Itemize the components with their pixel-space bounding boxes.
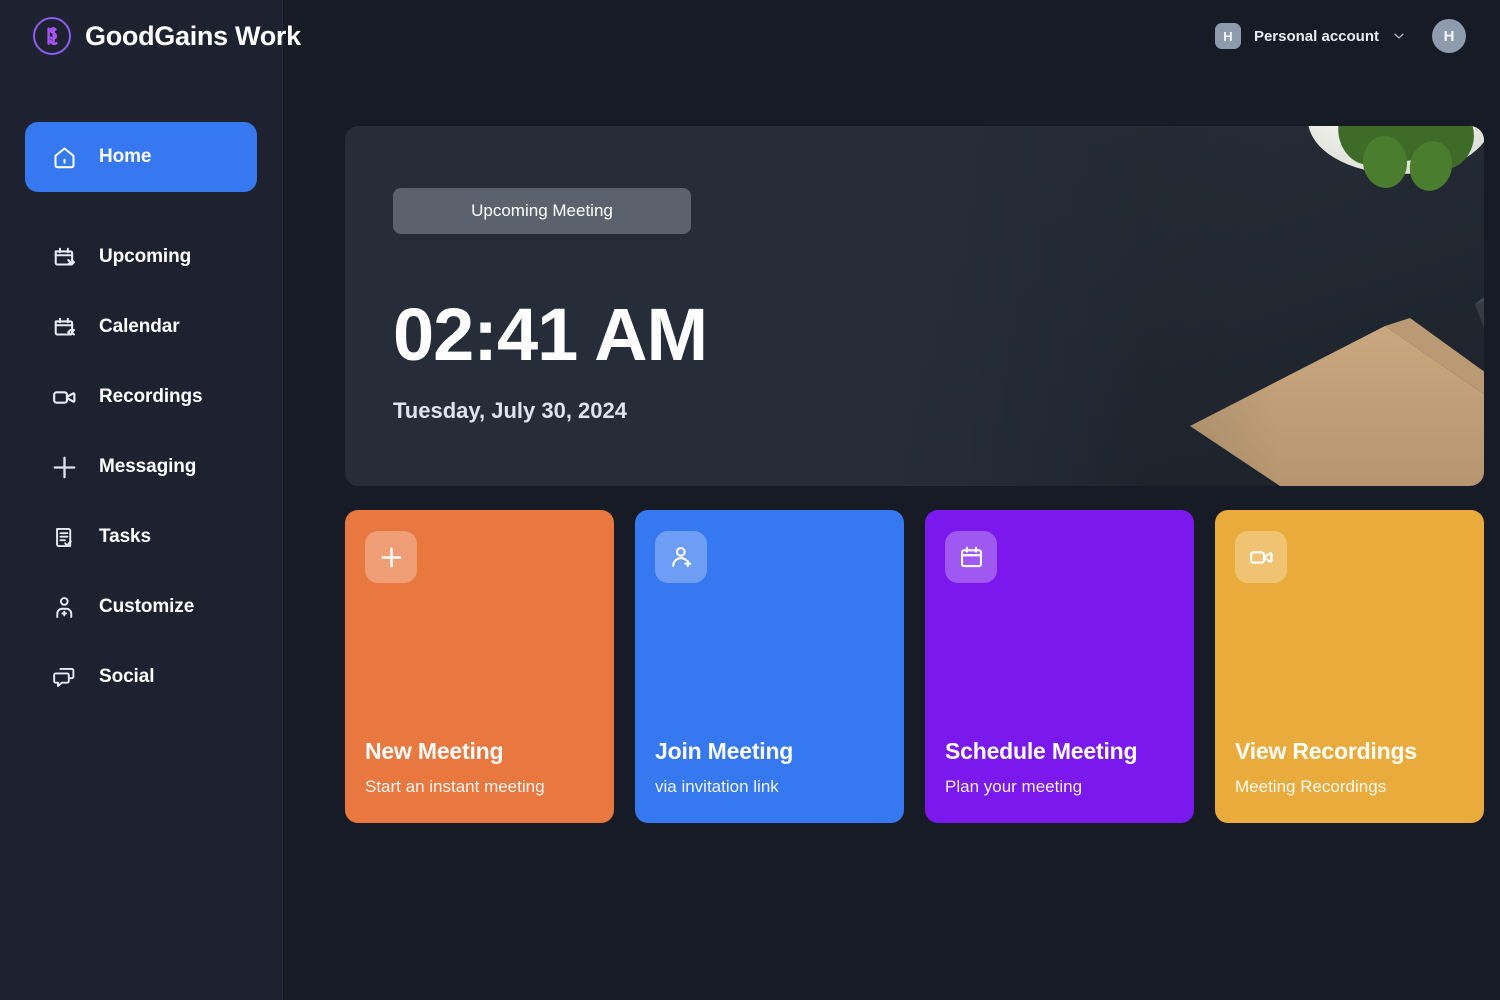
sidebar-item-label: Messaging: [99, 456, 197, 477]
sidebar-item-recordings[interactable]: Recordings: [25, 362, 257, 432]
app-root: Home Upcoming Calendar Recordings Messag…: [0, 0, 1500, 1000]
app-header: GoodGains Work H Personal account H: [0, 0, 1500, 72]
sidebar-nav: Home Upcoming Calendar Recordings Messag…: [0, 122, 282, 712]
hero-banner: Upcoming Meeting 02:41 AM Tuesday, July …: [345, 126, 1484, 486]
card-subtitle: Meeting Recordings: [1235, 777, 1387, 796]
card-schedule-meeting[interactable]: Schedule Meeting Plan your meeting: [925, 510, 1194, 823]
card-title: Join Meeting: [655, 738, 794, 764]
clipboard-check-icon: [51, 524, 78, 551]
card-subtitle: via invitation link: [655, 777, 779, 796]
card-title: Schedule Meeting: [945, 738, 1138, 764]
sidebar-item-tasks[interactable]: Tasks: [25, 502, 257, 572]
sidebar-item-label: Customize: [99, 596, 195, 617]
upcoming-meeting-badge[interactable]: Upcoming Meeting: [393, 188, 691, 234]
account-avatar: H: [1214, 23, 1241, 49]
card-join-meeting[interactable]: Join Meeting via invitation link: [635, 510, 904, 823]
card-new-meeting[interactable]: New Meeting Start an instant meeting: [345, 510, 614, 823]
card-spacer: [655, 583, 884, 738]
sidebar-item-label: Home: [99, 146, 152, 167]
goodgains-logo-icon: [33, 17, 71, 55]
sidebar-item-calendar[interactable]: Calendar: [25, 292, 257, 362]
brand[interactable]: GoodGains Work: [0, 0, 301, 72]
sidebar-item-upcoming[interactable]: Upcoming: [25, 222, 257, 292]
sidebar-item-label: Calendar: [99, 316, 180, 337]
main-content: Upcoming Meeting 02:41 AM Tuesday, July …: [283, 72, 1500, 1000]
header-actions: H Personal account H: [1210, 18, 1500, 54]
card-spacer: [365, 583, 594, 738]
user-plus-icon: [51, 594, 78, 621]
card-view-recordings[interactable]: View Recordings Meeting Recordings: [1215, 510, 1484, 823]
sidebar-item-label: Social: [99, 666, 155, 687]
account-switcher[interactable]: H Personal account: [1210, 18, 1414, 54]
sidebar-item-customize[interactable]: Customize: [25, 572, 257, 642]
calendar-icon: [945, 531, 997, 583]
sidebar-item-home[interactable]: Home: [25, 122, 257, 192]
sidebar: Home Upcoming Calendar Recordings Messag…: [0, 0, 283, 1000]
card-title: New Meeting: [365, 738, 504, 764]
home-icon: [51, 144, 78, 171]
chevron-down-icon: [1392, 29, 1406, 43]
card-spacer: [1235, 583, 1464, 738]
video-camera-icon: [1235, 531, 1287, 583]
sidebar-item-label: Upcoming: [99, 246, 192, 267]
card-subtitle: Plan your meeting: [945, 777, 1083, 796]
sidebar-item-label: Tasks: [99, 526, 151, 547]
card-subtitle: Start an instant meeting: [365, 777, 545, 796]
account-label: Personal account: [1253, 27, 1379, 45]
current-time: 02:41 AM: [393, 293, 708, 376]
quick-action-cards: New Meeting Start an instant meeting Joi…: [345, 510, 1484, 823]
card-spacer: [945, 583, 1174, 738]
sidebar-item-messaging[interactable]: Messaging: [25, 432, 257, 502]
sidebar-item-label: Recordings: [99, 386, 203, 407]
chat-bubbles-icon: [51, 664, 78, 691]
calendar-forward-icon: [51, 244, 78, 271]
avatar[interactable]: H: [1432, 19, 1466, 53]
plus-icon: [51, 454, 78, 481]
calendar-back-icon: [51, 314, 78, 341]
brand-name: GoodGains Work: [85, 20, 301, 51]
plus-icon: [365, 531, 417, 583]
current-date: Tuesday, July 30, 2024: [393, 398, 627, 423]
user-plus-icon: [655, 531, 707, 583]
card-title: View Recordings: [1235, 738, 1417, 764]
video-camera-icon: [51, 384, 78, 411]
sidebar-item-social[interactable]: Social: [25, 642, 257, 712]
hero-content: Upcoming Meeting 02:41 AM Tuesday, July …: [393, 126, 1484, 486]
